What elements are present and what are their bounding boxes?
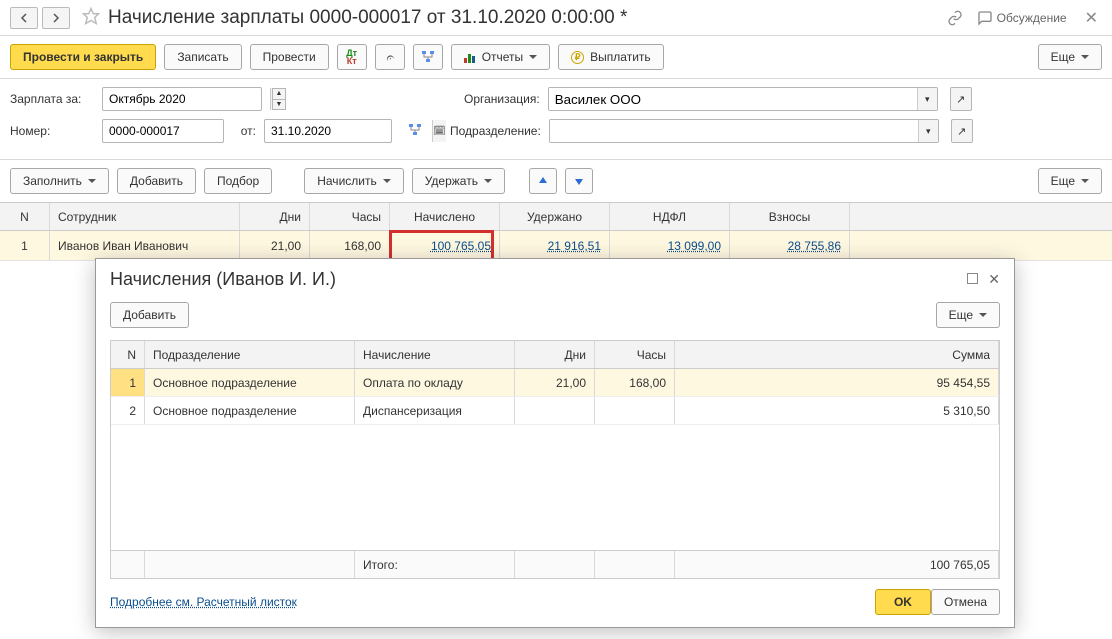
dcol-sum[interactable]: Сумма: [675, 341, 999, 368]
page-title: Начисление зарплаты 0000-000017 от 31.10…: [108, 7, 947, 29]
col-ndfl[interactable]: НДФЛ: [610, 203, 730, 230]
move-up-button[interactable]: [529, 168, 557, 194]
dept-label: Подразделение:: [430, 124, 541, 138]
cell-accrued[interactable]: 100 765,05: [390, 231, 500, 260]
post-and-close-button[interactable]: Провести и закрыть: [10, 44, 156, 70]
forward-button[interactable]: [42, 7, 70, 29]
discuss-label: Обсуждение: [997, 11, 1067, 25]
paperclip-icon: 𝄐: [383, 48, 396, 67]
col-days[interactable]: Дни: [240, 203, 310, 230]
popup-more-button[interactable]: Еще: [936, 302, 1000, 328]
title-bar: Начисление зарплаты 0000-000017 от 31.10…: [0, 0, 1112, 36]
popup-title: Начисления (Иванов И. И.): [110, 269, 967, 290]
pay-label: Выплатить: [590, 50, 651, 64]
popup-close-button[interactable]: ✕: [988, 271, 1000, 288]
col-hours[interactable]: Часы: [310, 203, 390, 230]
form-fields: Зарплата за: 🗓 ▲▼ Организация: ▾ ↗ Номер…: [0, 79, 1112, 160]
pick-button[interactable]: Подбор: [204, 168, 272, 194]
month-stepper[interactable]: ▲▼: [272, 88, 286, 110]
favorite-icon[interactable]: [82, 7, 100, 28]
details-footer: Итого: 100 765,05: [111, 550, 999, 578]
move-down-button[interactable]: [565, 168, 593, 194]
more-label: Еще: [1051, 50, 1075, 64]
deduct-button[interactable]: Удержать: [412, 168, 505, 194]
dtkt-icon: ДтКт: [346, 49, 357, 65]
details-row[interactable]: 2 Основное подразделение Диспансеризация…: [111, 397, 999, 425]
fill-button[interactable]: Заполнить: [10, 168, 109, 194]
cell-employee: Иванов Иван Иванович: [50, 231, 240, 260]
dcol-days[interactable]: Дни: [515, 341, 595, 368]
reports-label: Отчеты: [482, 50, 523, 64]
salary-for-label: Зарплата за:: [10, 92, 94, 106]
accruals-popup: Начисления (Иванов И. И.) ✕ Добавить Еще…: [95, 258, 1015, 628]
col-employee[interactable]: Сотрудник: [50, 203, 240, 230]
details-table: N Подразделение Начисление Дни Часы Сумм…: [110, 340, 1000, 579]
accrued-link[interactable]: 100 765,05: [431, 239, 491, 253]
chevron-down-icon[interactable]: ▾: [918, 120, 938, 142]
deducted-link[interactable]: 21 916,51: [548, 239, 601, 253]
cell-contrib[interactable]: 28 755,86: [730, 231, 850, 260]
dcol-accrual[interactable]: Начисление: [355, 341, 515, 368]
org-input[interactable]: [549, 88, 917, 110]
discuss-link[interactable]: Обсуждение: [977, 10, 1067, 26]
details-row[interactable]: 1 Основное подразделение Оплата по оклад…: [111, 369, 999, 397]
dept-input[interactable]: [550, 120, 918, 142]
ndfl-link[interactable]: 13 099,00: [668, 239, 721, 253]
table-header: N Сотрудник Дни Часы Начислено Удержано …: [0, 203, 1112, 231]
table-more-button[interactable]: Еще: [1038, 168, 1102, 194]
dcol-hours[interactable]: Часы: [595, 341, 675, 368]
org-select[interactable]: ▾: [548, 87, 938, 111]
link-icon[interactable]: [947, 10, 963, 26]
ok-button[interactable]: OK: [875, 589, 931, 615]
cell-deducted[interactable]: 21 916,51: [500, 231, 610, 260]
col-deducted[interactable]: Удержано: [500, 203, 610, 230]
dcol-dept[interactable]: Подразделение: [145, 341, 355, 368]
payslip-link[interactable]: Подробнее см. Расчетный листок: [110, 595, 297, 609]
cell-hours: 168,00: [310, 231, 390, 260]
open-org-button[interactable]: ↗: [950, 87, 972, 111]
col-n[interactable]: N: [0, 203, 50, 230]
num-label: Номер:: [10, 124, 94, 138]
close-icon[interactable]: ✕: [1081, 8, 1102, 28]
cancel-button[interactable]: Отмена: [931, 589, 1000, 615]
save-button[interactable]: Записать: [164, 44, 241, 70]
post-button[interactable]: Провести: [250, 44, 329, 70]
pay-button[interactable]: ₽ Выплатить: [558, 44, 664, 70]
command-bar: Провести и закрыть Записать Провести ДтК…: [0, 36, 1112, 79]
add-button[interactable]: Добавить: [117, 168, 196, 194]
more-button[interactable]: Еще: [1038, 44, 1102, 70]
ruble-icon: ₽: [571, 51, 584, 64]
open-dept-button[interactable]: ↗: [951, 119, 973, 143]
cell-n: 1: [0, 231, 50, 260]
dtkt-button[interactable]: ДтКт: [337, 44, 367, 70]
maximize-button[interactable]: [967, 273, 978, 287]
reports-button[interactable]: Отчеты: [451, 44, 550, 70]
popup-add-button[interactable]: Добавить: [110, 302, 189, 328]
col-contrib[interactable]: Взносы: [730, 203, 850, 230]
structure-button[interactable]: [413, 44, 443, 70]
table-row[interactable]: 1 Иванов Иван Иванович 21,00 168,00 100 …: [0, 231, 1112, 261]
attach-button[interactable]: 𝄐: [375, 44, 405, 70]
chart-icon: [464, 51, 476, 63]
org-label: Организация:: [444, 92, 540, 106]
dept-icon: [408, 123, 422, 140]
table-toolbar: Заполнить Добавить Подбор Начислить Удер…: [0, 160, 1112, 202]
dcol-n[interactable]: N: [111, 341, 145, 368]
total-label: Итого:: [355, 551, 515, 578]
dept-select[interactable]: ▾: [549, 119, 939, 143]
cell-days: 21,00: [240, 231, 310, 260]
maximize-icon: [967, 273, 978, 284]
col-accrued[interactable]: Начислено: [390, 203, 500, 230]
employees-table: N Сотрудник Дни Часы Начислено Удержано …: [0, 202, 1112, 261]
chevron-down-icon[interactable]: ▾: [917, 88, 937, 110]
salary-for-input[interactable]: [103, 88, 270, 110]
date-input[interactable]: [265, 120, 432, 142]
accrue-button[interactable]: Начислить: [304, 168, 403, 194]
date-label: от:: [232, 124, 256, 138]
cell-ndfl[interactable]: 13 099,00: [610, 231, 730, 260]
tree-icon: [421, 50, 435, 64]
contrib-link[interactable]: 28 755,86: [788, 239, 841, 253]
back-button[interactable]: [10, 7, 38, 29]
total-value: 100 765,05: [675, 551, 999, 578]
